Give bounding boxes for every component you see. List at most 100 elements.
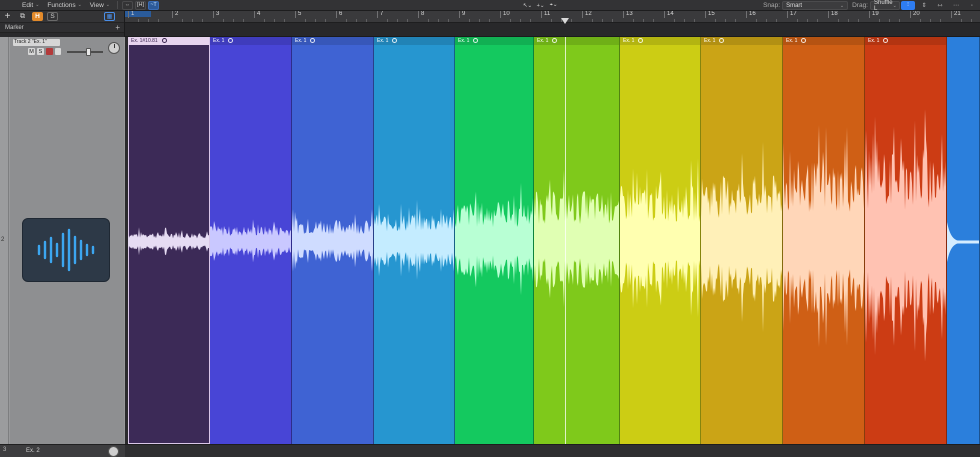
add-track-icon[interactable]: +	[2, 11, 13, 22]
tracks-area[interactable]: Ex. 1 Ex. 1 Ex. 1 Ex. 1 Ex. 1 Ex. 1 Ex. 1 Ex. 1…	[125, 37, 980, 444]
waveform-view-button[interactable]: ⫶	[901, 1, 915, 10]
flex-button[interactable]: ~T	[148, 0, 160, 10]
pencil-tool-icon[interactable]: +⌄	[535, 1, 546, 10]
region-name[interactable]: Ex. 1	[455, 37, 533, 45]
ruler-tick	[643, 19, 644, 22]
ruler-tick	[158, 19, 159, 22]
region-name[interactable]: Ex. 1	[701, 37, 782, 45]
region-name-label: Ex. 1#10.81	[131, 38, 158, 44]
ruler-tick	[694, 19, 695, 22]
track-name[interactable]: Track 2 "Ex. 1"	[13, 39, 60, 46]
snap-label: Snap:	[763, 2, 781, 9]
chevron-down-icon: ⌄	[839, 2, 845, 9]
duplicate-track-icon[interactable]: ⧉	[17, 12, 28, 21]
audio-region[interactable]: Ex. 1	[865, 37, 947, 444]
global-tracks-icon[interactable]: ▦	[104, 12, 115, 21]
loop-icon	[310, 38, 316, 43]
waveform-zoom-icon[interactable]: ⇔	[121, 0, 133, 10]
ruler-tick	[858, 19, 859, 22]
next-track-lane[interactable]	[125, 444, 980, 457]
functions-menu-label: Functions	[47, 1, 76, 9]
volume-slider[interactable]	[67, 47, 103, 56]
region-name[interactable]: Ex. 1	[620, 37, 700, 45]
audio-region[interactable]: Ex. 1	[534, 37, 620, 444]
horizontal-zoom-icon[interactable]: ⇿	[933, 1, 947, 10]
audio-region[interactable]: Ex. 1	[292, 37, 374, 444]
input-monitor-button[interactable]	[55, 48, 61, 55]
region-name[interactable]: Ex. 1	[292, 37, 373, 45]
resize-icon[interactable]: ◦	[965, 1, 979, 10]
marquee-tool-icon[interactable]: ⌖⌄	[548, 1, 559, 10]
ruler-tick	[138, 19, 139, 22]
region-waveform	[455, 182, 533, 296]
ruler-tick	[684, 19, 685, 22]
solo-button[interactable]: S	[37, 48, 44, 55]
bar-number: 18	[828, 11, 838, 18]
bar-number: 8	[418, 11, 424, 18]
pointer-tool-icon[interactable]: ↖⌄	[522, 1, 533, 10]
bar-number: 13	[623, 11, 633, 18]
bar-number: 11	[541, 11, 550, 18]
track-header-next[interactable]: 3 Ex. 2	[0, 444, 125, 457]
snap-value: Smart	[786, 2, 803, 9]
snap-select[interactable]: Smart ⌄	[782, 1, 849, 10]
region-name-label: Ex. 1	[377, 38, 389, 44]
ruler-tick	[346, 19, 347, 22]
drag-select[interactable]: Shuffle L ⌄	[870, 0, 900, 12]
ruler-tick	[438, 19, 439, 22]
ruler-tick	[653, 19, 654, 22]
ruler-tick	[356, 19, 357, 22]
audio-region[interactable]: Ex. 1	[455, 37, 534, 444]
audio-region[interactable]: Ex. 1#10.81	[128, 37, 210, 444]
bar-ruler[interactable]: 1 2 3 4 5 6 7 8 9 10 11 12 13 14 15 16 17 18 19 20 21	[125, 11, 980, 23]
pan-knob[interactable]	[108, 446, 119, 457]
marker-track-header[interactable]: Marker +	[0, 23, 124, 33]
marker-lane[interactable]	[125, 18, 980, 37]
track-header-tools: + ⧉ H S ▦	[0, 11, 124, 23]
region-name-label: Ex. 1	[213, 38, 225, 44]
chevron-down-icon: ⌄	[105, 2, 110, 8]
more-icon[interactable]: ⋯	[949, 1, 963, 10]
audio-region[interactable]: Ex. 1	[783, 37, 865, 444]
region-name[interactable]: Ex. 1	[534, 37, 619, 45]
region-waveform	[534, 169, 619, 308]
pan-knob[interactable]	[108, 42, 120, 54]
region-name[interactable]: Ex. 1	[210, 37, 291, 45]
playhead-icon[interactable]	[561, 18, 569, 24]
region-waveform	[865, 109, 946, 362]
edit-menu[interactable]: Edit ⌄	[18, 0, 43, 11]
region-waveform	[374, 199, 454, 280]
region-name[interactable]: Ex. 1	[783, 37, 864, 45]
catch-button[interactable]: [H]	[134, 0, 147, 10]
audio-region[interactable]: Ex. 1	[620, 37, 701, 444]
ruler-tick	[489, 19, 490, 22]
ruler-tick	[930, 19, 931, 22]
audio-region[interactable]: Ex. 1	[374, 37, 455, 444]
ruler-tick	[274, 19, 275, 22]
bar-number: 10	[500, 11, 510, 18]
vertical-zoom-icon[interactable]: ⇕	[917, 1, 931, 10]
audio-region[interactable]: Ex. 1	[210, 37, 292, 444]
ruler-tick	[940, 19, 941, 22]
ruler-tick	[315, 19, 316, 22]
playhead-line[interactable]	[565, 37, 566, 444]
functions-menu[interactable]: Functions ⌄	[43, 0, 85, 11]
hide-tracks-button[interactable]: H	[32, 12, 43, 21]
bar-number: 1	[128, 11, 134, 18]
audio-region[interactable]	[947, 37, 980, 444]
track-name: Ex. 2	[26, 448, 40, 454]
record-enable-button[interactable]	[46, 48, 53, 55]
mute-button[interactable]: M	[28, 48, 35, 55]
solo-mode-button[interactable]: S	[47, 12, 58, 21]
bar-number: 9	[459, 11, 465, 18]
region-name[interactable]: Ex. 1	[865, 37, 946, 45]
region-name-label: Ex. 1	[458, 38, 470, 44]
add-marker-icon[interactable]: +	[115, 23, 120, 32]
view-menu[interactable]: View ⌄	[86, 0, 114, 11]
volume-slider-knob[interactable]	[86, 47, 92, 56]
track-header[interactable]: 2 Track 2 "Ex. 1" M S	[0, 37, 125, 444]
audio-region[interactable]: Ex. 1	[701, 37, 783, 444]
region-name[interactable]: Ex. 1	[374, 37, 454, 45]
ruler-tick	[510, 19, 511, 22]
region-name[interactable]: Ex. 1#10.81	[128, 37, 209, 45]
